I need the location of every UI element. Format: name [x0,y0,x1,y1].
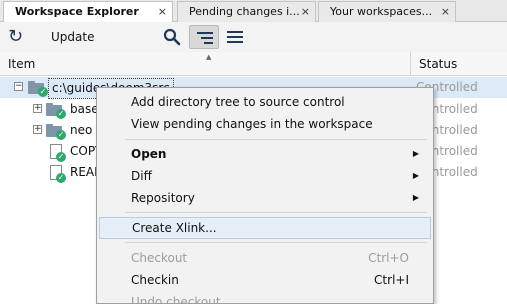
expand-icon[interactable]: + [33,104,42,113]
close-icon[interactable]: × [441,2,450,22]
controlled-check-icon: ✓ [38,87,48,97]
grid-header: Item ▲ Status [0,52,507,76]
submenu-arrow-icon: ▶ [412,171,419,180]
menu-item-create-xlink[interactable]: Create Xlink... [99,217,431,239]
shortcut-label: Ctrl+O [368,251,409,265]
menu-separator [125,242,427,243]
close-icon[interactable]: × [301,2,310,22]
menu-item-repository[interactable]: Repository ▶ [99,187,431,209]
collapse-icon[interactable]: − [14,82,23,91]
controlled-check-icon: ✓ [56,130,66,140]
submenu-arrow-icon: ▶ [412,149,419,158]
controlled-check-icon: ✓ [56,152,66,162]
menu-item-checkout[interactable]: Checkout Ctrl+O [99,247,431,269]
search-icon[interactable] [160,25,184,49]
close-icon[interactable]: × [158,2,167,22]
menu-separator [125,212,427,213]
tree-item-label: base [70,102,99,116]
tab-bar: Workspace Explorer × Pending changes i..… [0,0,507,23]
folder-icon: ✓ [46,123,66,140]
expand-icon[interactable]: + [33,125,42,134]
controlled-check-icon: ✓ [56,109,66,119]
tab-label: Workspace Explorer [15,5,139,18]
menu-item-add-directory-tree[interactable]: Add directory tree to source control [99,91,431,113]
controlled-check-icon: ✓ [56,173,66,183]
tab-label: Your workspaces... [330,5,433,18]
tree-view-icon[interactable] [189,25,219,49]
folder-icon: ✓ [46,102,66,119]
tree-item-label: neo [70,123,93,137]
hamburger-menu-icon[interactable] [223,25,247,49]
menu-item-diff[interactable]: Diff ▶ [99,165,431,187]
menu-item-checkin[interactable]: Checkin Ctrl+I [99,269,431,291]
toolbar: ↻ Update workspace [0,22,507,68]
folder-icon: ✓ [28,80,48,97]
update-workspace-button[interactable]: Update workspace [46,25,158,68]
submenu-arrow-icon: ▶ [412,193,419,202]
menu-item-undo-checkout[interactable]: Undo checkout [99,291,431,304]
menu-item-open[interactable]: Open ▶ [99,143,431,165]
tab-label: Pending changes i... [189,5,300,18]
file-icon: ✓ [50,165,66,183]
shortcut-label: Ctrl+I [374,273,409,287]
tab-your-workspaces[interactable]: Your workspaces... × [318,1,456,22]
tab-pending-changes[interactable]: Pending changes i... × [177,1,316,22]
refresh-icon[interactable]: ↻ [8,25,32,49]
menu-separator [125,139,427,140]
menu-item-view-pending-changes[interactable]: View pending changes in the workspace [99,113,431,135]
file-icon: ✓ [50,144,66,162]
context-menu: Add directory tree to source control Vie… [96,87,434,304]
sort-ascending-icon: ▲ [206,53,212,61]
column-header-status[interactable]: Status [411,52,507,76]
tab-workspace-explorer[interactable]: Workspace Explorer × [3,1,173,23]
